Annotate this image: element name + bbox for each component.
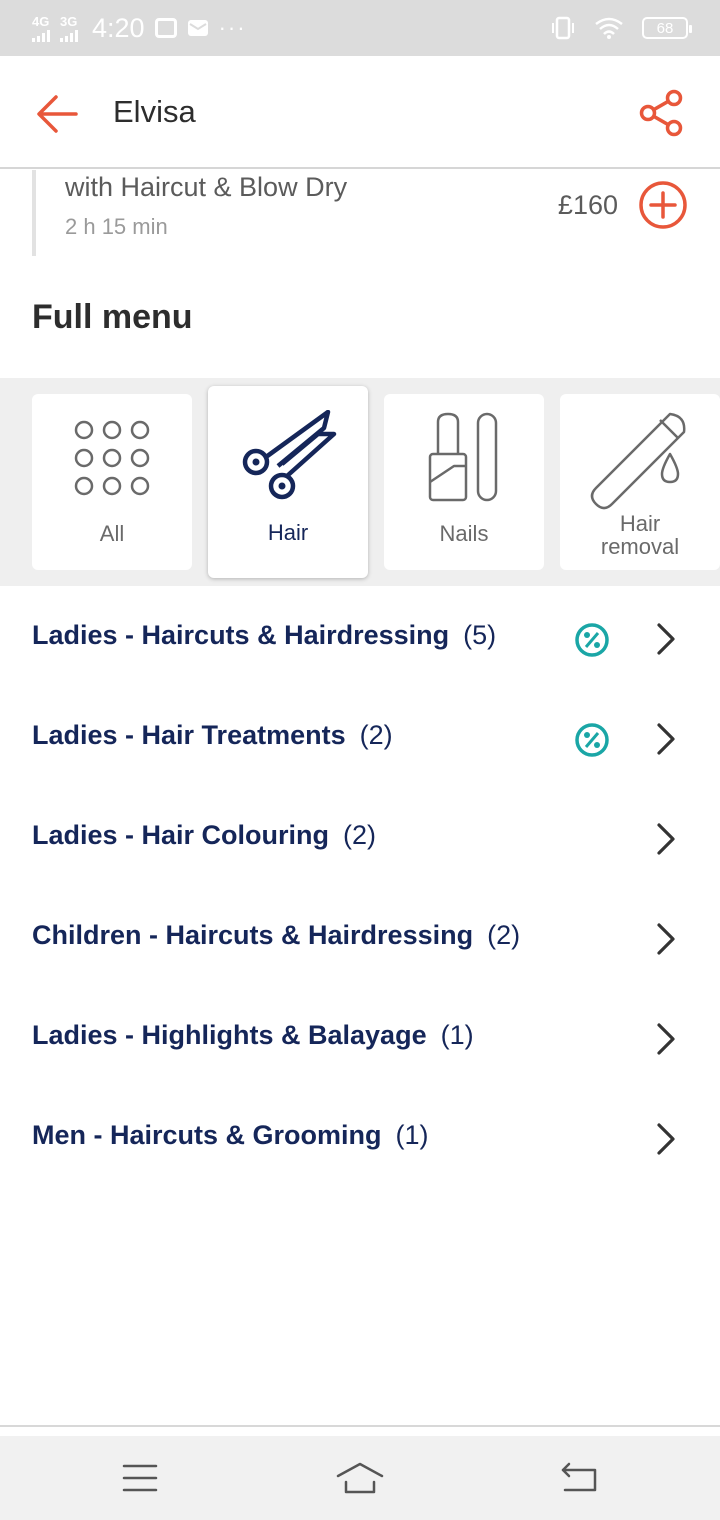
- battery-icon: 68: [642, 17, 692, 39]
- vibrate-icon: [552, 16, 574, 40]
- status-bar: 4G 3G 4:20 ··· 68: [0, 0, 720, 56]
- mail-icon: [187, 20, 208, 36]
- category-tile-all[interactable]: All: [32, 394, 192, 570]
- section-title: Full menu: [32, 298, 193, 336]
- more-notifications: ···: [218, 15, 247, 40]
- list-item-count: (2): [359, 720, 393, 750]
- chevron-right-icon: [657, 823, 675, 855]
- menu-icon[interactable]: [110, 1458, 170, 1498]
- page-title: Elvisa: [113, 94, 196, 129]
- chevron-right-icon: [657, 923, 675, 955]
- status-right: 68: [550, 15, 692, 41]
- category-tile-hair[interactable]: Hair: [208, 386, 368, 578]
- list-item-count: (2): [343, 820, 377, 850]
- chevron-right-icon: [657, 1023, 675, 1055]
- list-item-count: (2): [487, 920, 521, 950]
- signal-4g-icon: 4G: [32, 15, 50, 42]
- percent-badge-icon: [575, 723, 609, 757]
- list-item-label: Children - Haircuts & Hairdressing (2): [32, 920, 521, 950]
- network-type-2: 3G: [60, 13, 78, 29]
- list-item-count: (5): [463, 620, 497, 650]
- razor-drop-icon: [590, 412, 686, 510]
- list-item[interactable]: Ladies - Highlights & Balayage (1): [0, 988, 720, 1088]
- category-strip: All Hair Nails Hair removal: [0, 378, 720, 586]
- battery-level: 68: [656, 19, 674, 37]
- list-item-label: Ladies - Hair Colouring (2): [32, 820, 377, 850]
- list-item[interactable]: Ladies - Hair Treatments (2): [0, 688, 720, 788]
- list-item[interactable]: Ladies - Haircuts & Hairdressing (5): [0, 588, 720, 688]
- list-item-label: Ladies - Hair Treatments (2): [32, 720, 393, 750]
- category-label-hair: Hair: [267, 520, 309, 545]
- system-nav-bar: [0, 1436, 720, 1520]
- chevron-right-icon: [657, 1123, 675, 1155]
- home-icon[interactable]: [330, 1458, 390, 1498]
- plus-circle-icon[interactable]: [638, 180, 688, 230]
- scissors-icon: [242, 410, 337, 500]
- service-price: £160: [557, 190, 618, 220]
- status-left: 4G 3G 4:20 ···: [32, 13, 247, 44]
- service-card[interactable]: with Haircut & Blow Dry 2 h 15 min £160: [32, 170, 688, 256]
- grid-dots-icon: [74, 420, 150, 496]
- category-tile-nails[interactable]: Nails: [384, 394, 544, 570]
- status-time: 4:20: [92, 12, 145, 43]
- list-item[interactable]: Children - Haircuts & Hairdressing (2): [0, 888, 720, 988]
- percent-badge-icon: [575, 623, 609, 657]
- list-item-count: (1): [395, 1120, 429, 1150]
- nail-polish-icon: [428, 412, 498, 502]
- chevron-right-icon: [657, 723, 675, 755]
- list-item[interactable]: Men - Haircuts & Grooming (1): [0, 1088, 720, 1188]
- list-item-label: Ladies - Haircuts & Hairdressing (5): [32, 620, 497, 650]
- network-type-1: 4G: [32, 13, 50, 29]
- share-icon[interactable]: [638, 89, 684, 137]
- service-name: with Haircut & Blow Dry: [65, 172, 348, 202]
- list-item[interactable]: Ladies - Hair Colouring (2): [0, 788, 720, 888]
- arrow-left-icon[interactable]: [36, 92, 80, 136]
- list-item-count: (1): [440, 1020, 474, 1050]
- category-label-nails: Nails: [439, 521, 489, 546]
- menu-list: Ladies - Haircuts & Hairdressing (5) Ladi…: [0, 588, 720, 1188]
- nav-divider: [0, 1425, 720, 1427]
- list-item-label: Ladies - Highlights & Balayage (1): [32, 1020, 474, 1050]
- chevron-right-icon: [657, 623, 675, 655]
- back-icon[interactable]: [549, 1458, 609, 1498]
- wifi-icon: [595, 17, 623, 39]
- category-tile-hair-removal[interactable]: Hair removal: [560, 394, 720, 570]
- signal-3g-icon: 3G: [60, 15, 78, 42]
- category-label-all: All: [99, 521, 125, 546]
- service-duration: 2 h 15 min: [65, 214, 168, 239]
- category-label-hair-removal: Hair removal: [600, 511, 680, 560]
- app-screen: 4G 3G 4:20 ··· 68 Elvisa with Haircut & …: [0, 0, 720, 1520]
- app-header: Elvisa: [0, 56, 720, 169]
- list-item-label: Men - Haircuts & Grooming (1): [32, 1120, 429, 1150]
- instagram-icon: [154, 18, 177, 38]
